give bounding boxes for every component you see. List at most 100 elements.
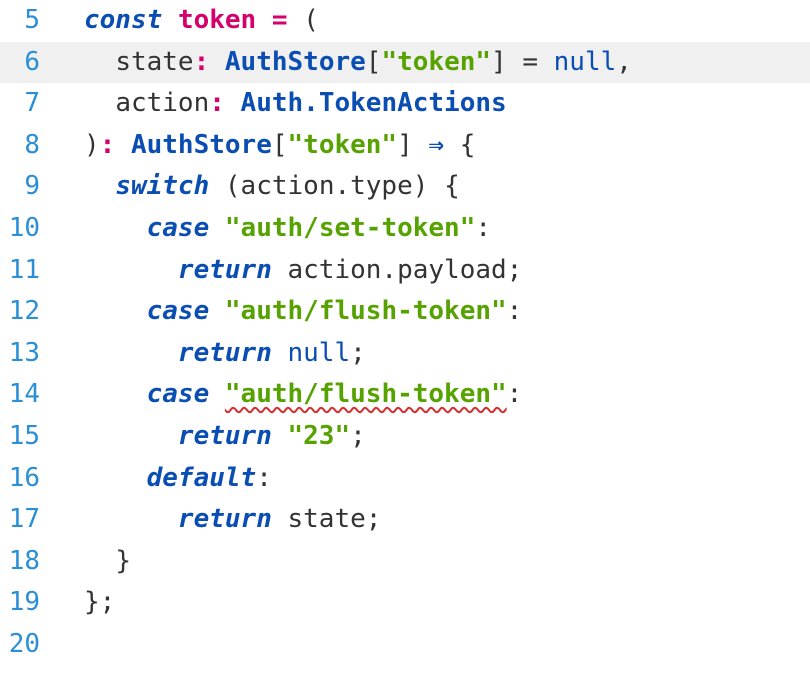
comma: , bbox=[616, 47, 632, 77]
paren-close: ) bbox=[413, 171, 429, 201]
code-line: 7 action: Auth.TokenActions bbox=[0, 83, 810, 125]
string-literal: "auth/flush-token" bbox=[225, 296, 507, 326]
colon: : bbox=[100, 130, 116, 160]
keyword-default: default bbox=[147, 463, 257, 493]
keyword-return: return bbox=[178, 255, 272, 285]
line-number: 11 bbox=[0, 250, 58, 292]
keyword-const: const bbox=[84, 5, 162, 35]
line-number: 20 bbox=[0, 624, 58, 666]
code-content: const token = ( bbox=[58, 0, 810, 42]
bracket-close: ] bbox=[491, 47, 507, 77]
code-line: 9 switch (action.type) { bbox=[0, 166, 810, 208]
keyword-switch: switch bbox=[115, 171, 209, 201]
code-line: 11 return action.payload; bbox=[0, 250, 810, 292]
keyword-case: case bbox=[147, 296, 210, 326]
semicolon: ; bbox=[350, 338, 366, 368]
code-content: action: Auth.TokenActions bbox=[58, 83, 810, 125]
type-name: Auth bbox=[241, 88, 304, 118]
operator-equals: = bbox=[522, 47, 538, 77]
keyword-case: case bbox=[147, 213, 210, 243]
type-name: AuthStore bbox=[131, 130, 272, 160]
code-content: case "auth/set-token": bbox=[58, 208, 810, 250]
dot: . bbox=[334, 171, 350, 201]
null-literal: null bbox=[554, 47, 617, 77]
paren-open: ( bbox=[225, 171, 241, 201]
line-number: 10 bbox=[0, 208, 58, 250]
brace-close: } bbox=[84, 587, 100, 617]
code-content: }; bbox=[58, 582, 810, 624]
code-line: 19 }; bbox=[0, 582, 810, 624]
code-content bbox=[58, 624, 810, 666]
line-number: 8 bbox=[0, 125, 58, 167]
code-line: 20 bbox=[0, 624, 810, 666]
keyword-return: return bbox=[178, 421, 272, 451]
brace-close: } bbox=[115, 546, 131, 576]
brace-open: { bbox=[460, 130, 476, 160]
line-number: 19 bbox=[0, 582, 58, 624]
string-literal-warning: "auth/flush-token" bbox=[225, 379, 507, 409]
code-content: case "auth/flush-token": bbox=[58, 374, 810, 416]
type-name: TokenActions bbox=[319, 88, 507, 118]
string-literal: "token" bbox=[381, 47, 491, 77]
code-content: return null; bbox=[58, 333, 810, 375]
string-literal: "23" bbox=[288, 421, 351, 451]
colon: : bbox=[194, 47, 210, 77]
line-number: 6 bbox=[0, 42, 58, 84]
semicolon: ; bbox=[366, 504, 382, 534]
colon: : bbox=[475, 213, 491, 243]
code-content: return "23"; bbox=[58, 416, 810, 458]
function-name: token bbox=[178, 5, 256, 35]
code-content: case "auth/flush-token": bbox=[58, 291, 810, 333]
line-number: 12 bbox=[0, 291, 58, 333]
brace-open: { bbox=[444, 171, 460, 201]
line-number: 5 bbox=[0, 0, 58, 42]
dot: . bbox=[381, 255, 397, 285]
code-line: 18 } bbox=[0, 541, 810, 583]
line-number: 17 bbox=[0, 499, 58, 541]
bracket-open: [ bbox=[366, 47, 382, 77]
keyword-return: return bbox=[178, 504, 272, 534]
line-number: 7 bbox=[0, 83, 58, 125]
identifier: state bbox=[288, 504, 366, 534]
code-line: 13 return null; bbox=[0, 333, 810, 375]
code-content: state: AuthStore["token"] = null, bbox=[58, 42, 810, 84]
identifier: action bbox=[288, 255, 382, 285]
line-number: 14 bbox=[0, 374, 58, 416]
line-number: 16 bbox=[0, 458, 58, 500]
colon: : bbox=[507, 379, 523, 409]
semicolon: ; bbox=[507, 255, 523, 285]
semicolon: ; bbox=[100, 587, 116, 617]
parameter: state bbox=[115, 47, 193, 77]
code-line: 16 default: bbox=[0, 458, 810, 500]
code-line: 8 ): AuthStore["token"] ⇒ { bbox=[0, 125, 810, 167]
colon: : bbox=[209, 88, 225, 118]
code-content: default: bbox=[58, 458, 810, 500]
identifier: action bbox=[241, 171, 335, 201]
type-name: AuthStore bbox=[225, 47, 366, 77]
code-content: ): AuthStore["token"] ⇒ { bbox=[58, 125, 810, 167]
null-literal: null bbox=[288, 338, 351, 368]
colon: : bbox=[256, 463, 272, 493]
code-content: } bbox=[58, 541, 810, 583]
code-editor: 5 const token = ( 6 state: AuthStore["to… bbox=[0, 0, 810, 666]
string-literal: "token" bbox=[288, 130, 398, 160]
line-number: 9 bbox=[0, 166, 58, 208]
line-number: 13 bbox=[0, 333, 58, 375]
code-line-highlighted: 6 state: AuthStore["token"] = null, bbox=[0, 42, 810, 84]
line-number: 18 bbox=[0, 541, 58, 583]
property: payload bbox=[397, 255, 507, 285]
code-line: 5 const token = ( bbox=[0, 0, 810, 42]
property: type bbox=[350, 171, 413, 201]
bracket-open: [ bbox=[272, 130, 288, 160]
parameter: action bbox=[115, 88, 209, 118]
paren-open: ( bbox=[303, 5, 319, 35]
string-literal: "auth/set-token" bbox=[225, 213, 475, 243]
operator-equals: = bbox=[272, 5, 288, 35]
code-line: 10 case "auth/set-token": bbox=[0, 208, 810, 250]
line-number: 15 bbox=[0, 416, 58, 458]
arrow-operator: ⇒ bbox=[428, 130, 444, 160]
code-content: return state; bbox=[58, 499, 810, 541]
paren-close: ) bbox=[84, 130, 100, 160]
code-line: 14 case "auth/flush-token": bbox=[0, 374, 810, 416]
code-line: 12 case "auth/flush-token": bbox=[0, 291, 810, 333]
